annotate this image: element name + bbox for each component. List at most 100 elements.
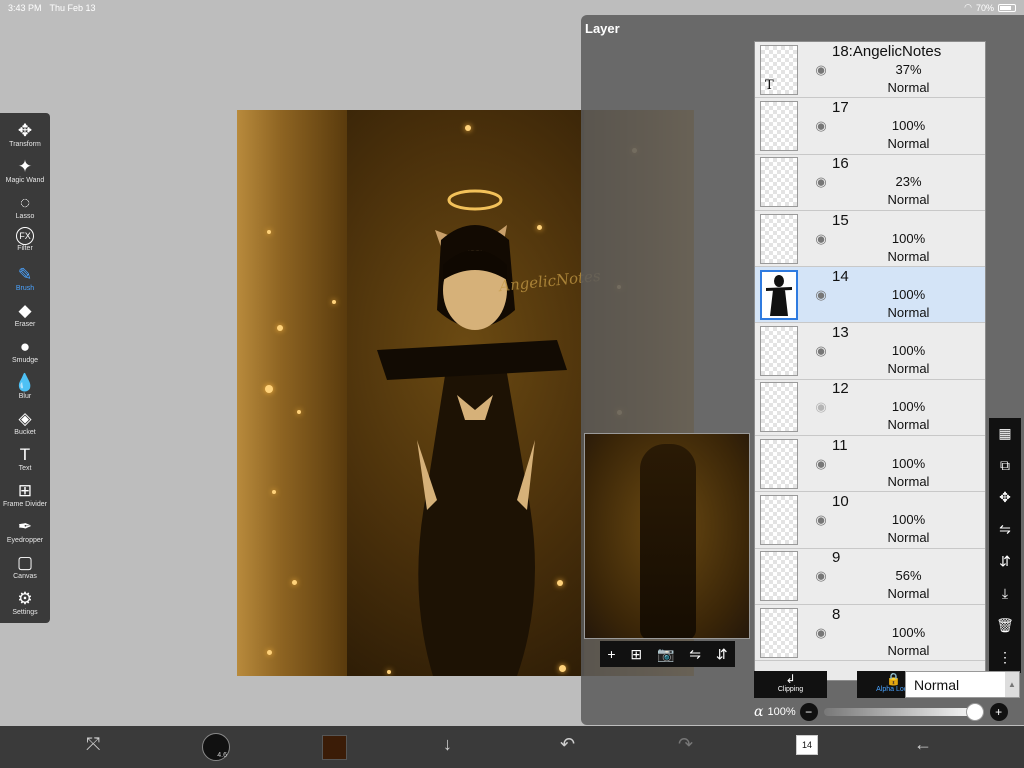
layer-row[interactable]: ◉ 10 100% Normal: [755, 492, 985, 549]
tool-magic-wand[interactable]: ✦ Magic Wand: [0, 155, 50, 191]
layer-thumbnail: [760, 326, 798, 377]
layer-thumbnail: [760, 551, 798, 602]
brush-size-button[interactable]: 4.6: [202, 733, 230, 761]
flip-layer-vertical-icon[interactable]: ⇵: [716, 646, 728, 663]
lasso-icon: ◌: [19, 192, 31, 212]
tool-bucket[interactable]: ◈ Bucket: [0, 407, 50, 443]
layer-opacity: 100%: [891, 624, 926, 640]
tool-eyedropper[interactable]: ✒ Eyedropper: [0, 515, 50, 551]
more-options-icon[interactable]: ⋮: [998, 649, 1012, 666]
layers-button[interactable]: 14: [796, 735, 818, 755]
layer-row[interactable]: ◉ 17 100% Normal: [755, 98, 985, 155]
eye-icon[interactable]: ◉: [810, 118, 832, 134]
tool-text[interactable]: T Text: [0, 443, 50, 479]
flip-horizontal-icon[interactable]: ⇋: [999, 521, 1011, 538]
trash-icon[interactable]: 🗑: [996, 617, 1014, 634]
eye-icon[interactable]: ◉: [810, 343, 832, 359]
layer-info: 17 100% Normal: [832, 99, 985, 153]
eye-icon[interactable]: ◉: [810, 62, 832, 78]
duplicate-layer-icon[interactable]: ⊞: [630, 646, 642, 663]
sparkle: [267, 230, 271, 234]
layer-thumbnail: [760, 607, 798, 658]
layer-name: 18:AngelicNotes: [832, 42, 942, 60]
opacity-decrease-button[interactable]: −: [799, 703, 818, 721]
eye-icon[interactable]: ◉: [810, 231, 832, 247]
fx-icon: FX: [16, 227, 34, 245]
layer-name: 10: [832, 493, 849, 511]
opacity-slider[interactable]: [823, 703, 984, 721]
layer-list[interactable]: T ◉ 18:AngelicNotes 37% Normal ◉ 17 100% Normal ◉…: [754, 41, 986, 681]
canvas-preview[interactable]: [584, 433, 750, 639]
eye-icon[interactable]: ◉: [810, 512, 832, 528]
tool-blur[interactable]: 💧 Blur: [0, 371, 50, 407]
layer-row[interactable]: ◉ 13 100% Normal: [755, 323, 985, 380]
eye-icon[interactable]: ◉: [810, 287, 832, 303]
tool-brush[interactable]: ✎ Brush: [0, 263, 50, 299]
tool-transform[interactable]: ✥ Transform: [0, 119, 50, 155]
select-layer-icon[interactable]: ⧉: [1000, 457, 1010, 474]
layer-opacity: 56%: [895, 568, 922, 584]
layer-row[interactable]: ◉ 11 100% Normal: [755, 436, 985, 493]
download-arrow-icon[interactable]: ↓: [443, 734, 452, 755]
sparkle: [265, 385, 273, 393]
blend-mode-select[interactable]: Normal ▲: [905, 671, 1020, 698]
merge-down-icon[interactable]: ⤓: [1002, 585, 1008, 602]
layer-row[interactable]: ◉ 12 100% Normal: [755, 379, 985, 437]
smudge-icon: ●: [19, 336, 31, 356]
preview-figure: [640, 444, 696, 638]
flip-layer-icon[interactable]: ⇋: [689, 646, 701, 663]
opacity-increase-button[interactable]: +: [989, 703, 1008, 721]
layer-name: 14: [832, 267, 849, 285]
tool-canvas[interactable]: ▢ Canvas: [0, 551, 50, 587]
tool-settings[interactable]: ⚙ Settings: [0, 587, 50, 623]
redo-icon[interactable]: ↷: [678, 734, 693, 755]
layer-row[interactable]: T ◉ 18:AngelicNotes 37% Normal: [755, 42, 985, 99]
eye-icon[interactable]: ◉: [810, 174, 832, 190]
layer-opacity: 100%: [891, 455, 926, 471]
clipping-icon: ↲: [785, 672, 796, 686]
eye-icon[interactable]: ◉: [810, 625, 832, 641]
layer-thumbnail: [760, 495, 798, 546]
layer-row[interactable]: ◉ 9 56% Normal: [755, 548, 985, 605]
transparent-fill-icon[interactable]: ▦: [998, 425, 1011, 442]
transform-gesture-icon[interactable]: ⤧: [86, 734, 100, 755]
undo-icon[interactable]: ↶: [560, 734, 575, 755]
wifi-icon: ◠: [964, 2, 972, 12]
camera-icon[interactable]: 📷: [657, 646, 674, 663]
tool-eraser[interactable]: ◆ Eraser: [0, 299, 50, 335]
layer-row[interactable]: ◉ 14 100% Normal: [755, 267, 985, 324]
blur-drop-icon: 💧: [14, 372, 36, 392]
status-right: ◠ 70%: [964, 2, 1016, 13]
add-layer-icon[interactable]: +: [607, 646, 615, 662]
sparkle: [277, 325, 283, 331]
tool-smudge[interactable]: ● Smudge: [0, 335, 50, 371]
layer-row[interactable]: ◉ 16 23% Normal: [755, 154, 985, 211]
sparkle: [297, 410, 301, 414]
flip-vertical-icon[interactable]: ⇵: [999, 553, 1011, 570]
bucket-icon: ◈: [18, 408, 32, 428]
tool-label: Lasso: [15, 213, 35, 220]
move-layer-icon[interactable]: ✥: [999, 489, 1011, 506]
eye-icon[interactable]: ◉: [810, 456, 832, 472]
eye-icon[interactable]: ◉: [810, 399, 832, 415]
tool-label: Transform: [9, 141, 41, 148]
opacity-slider-knob[interactable]: [965, 703, 984, 721]
tool-frame-divider[interactable]: ⊞ Frame Divider: [0, 479, 50, 515]
tool-filter[interactable]: FX Filter: [0, 227, 50, 263]
color-swatch[interactable]: [322, 735, 347, 760]
canvas-icon: ▢: [16, 552, 34, 572]
layer-mode: Normal: [887, 79, 930, 95]
gear-icon: ⚙: [17, 588, 33, 608]
clipping-label: Clipping: [777, 686, 804, 693]
battery-percent: 70%: [975, 2, 994, 13]
eye-icon[interactable]: ◉: [810, 568, 832, 584]
layer-row[interactable]: ◉ 8 100% Normal: [755, 604, 985, 662]
tool-lasso[interactable]: ◌ Lasso: [0, 191, 50, 227]
layer-14-thumb-figure: [766, 274, 792, 316]
blend-mode-value: Normal: [914, 676, 960, 693]
back-arrow-icon[interactable]: ←: [914, 734, 932, 755]
layer-row[interactable]: ◉ 15 100% Normal: [755, 210, 985, 268]
tool-label: Blur: [18, 393, 32, 400]
layer-mode: Normal: [887, 586, 930, 602]
clipping-button[interactable]: ↲ Clipping: [754, 671, 827, 698]
